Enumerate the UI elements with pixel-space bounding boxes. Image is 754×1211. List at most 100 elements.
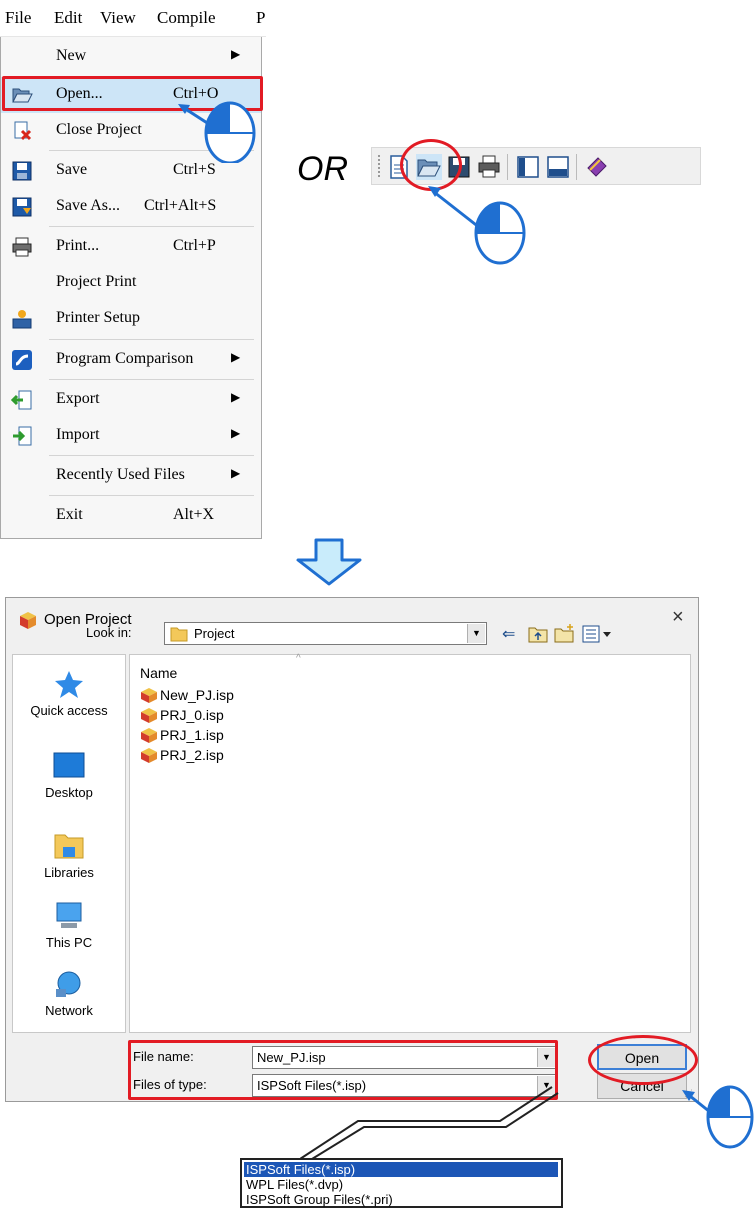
menu-item-label: New: [56, 47, 87, 64]
project-cube-icon: [141, 748, 157, 763]
filetype-option[interactable]: ISPSoft Files(*.isp): [244, 1162, 558, 1177]
file-row[interactable]: PRJ_2.isp: [140, 747, 224, 763]
submenu-arrow-icon: ▶: [231, 466, 241, 480]
menu-item-shortcut: Ctrl+S: [173, 161, 216, 178]
submenu-arrow-icon: ▶: [231, 390, 241, 404]
menu-bar: File Edit View Compile P: [0, 0, 266, 37]
filetype-option[interactable]: ISPSoft Group Files(*.pri): [244, 1192, 558, 1207]
close-project-icon: [14, 121, 32, 141]
open-project-dialog: Open Project × Look in: Project ▼ ⇐ Quic…: [5, 597, 699, 1102]
click-pointer-icon: [428, 186, 526, 265]
file-name: New_PJ.isp: [160, 687, 234, 703]
menu-item-label: Import: [56, 426, 100, 443]
folder-icon: [170, 627, 188, 642]
save-as-icon: [12, 197, 32, 217]
place-label: Desktop: [45, 785, 93, 800]
menu-item-exit[interactable]: Exit Alt+X: [1, 498, 261, 534]
file-row[interactable]: PRJ_1.isp: [140, 727, 224, 743]
menu-item-label: Printer Setup: [56, 309, 140, 326]
menu-item-label: Project Print: [56, 273, 137, 290]
place-quick-access[interactable]: Quick access: [13, 669, 125, 718]
menu-item-print[interactable]: Print... Ctrl+P: [1, 229, 261, 265]
submenu-arrow-icon: ▶: [231, 426, 241, 440]
menu-item-recent-files[interactable]: Recently Used Files ▶: [1, 458, 261, 494]
help-book-icon[interactable]: [584, 154, 610, 180]
menu-separator: [49, 495, 254, 496]
menu-item-label: Close Project: [56, 121, 142, 138]
file-row[interactable]: PRJ_0.isp: [140, 707, 224, 723]
filetype-option[interactable]: WPL Files(*.dvp): [244, 1177, 558, 1192]
file-row[interactable]: New_PJ.isp: [140, 687, 234, 703]
click-pointer-icon: [178, 101, 256, 163]
file-name: PRJ_1.isp: [160, 727, 224, 743]
panel-bottom-icon[interactable]: [545, 154, 571, 180]
menu-item-shortcut: Ctrl+Alt+S: [144, 197, 217, 214]
sort-arrow-icon: ^: [296, 653, 301, 664]
menu-edit[interactable]: Edit: [54, 8, 82, 28]
menu-file[interactable]: File: [5, 8, 31, 28]
menu-item-project-print[interactable]: Project Print: [1, 265, 261, 301]
places-bar: Quick access Desktop Libraries This PC N…: [12, 654, 126, 1033]
new-folder-icon[interactable]: [554, 623, 576, 643]
down-arrow-icon: [296, 538, 362, 586]
menu-item-export[interactable]: Export ▶: [1, 382, 261, 418]
menu-item-shortcut: Ctrl+P: [173, 237, 216, 254]
close-icon[interactable]: ×: [672, 606, 684, 629]
project-cube-icon: [141, 688, 157, 703]
submenu-arrow-icon: ▶: [231, 47, 241, 61]
up-folder-icon[interactable]: [528, 625, 548, 643]
menu-item-label: Save As...: [56, 197, 120, 214]
libraries-icon: [54, 834, 84, 859]
place-this-pc[interactable]: This PC: [13, 901, 125, 950]
printer-setup-icon: [12, 310, 32, 329]
place-libraries[interactable]: Libraries: [13, 831, 125, 880]
place-label: This PC: [45, 935, 93, 950]
menu-separator: [49, 339, 254, 340]
menu-view[interactable]: View: [100, 8, 136, 28]
file-name: PRJ_0.isp: [160, 707, 224, 723]
save-icon: [12, 161, 32, 181]
menu-separator: [49, 226, 254, 227]
look-in-value: Project: [194, 626, 235, 641]
menu-item-save-as[interactable]: Save As... Ctrl+Alt+S: [1, 189, 261, 225]
place-label: Network: [45, 1003, 93, 1018]
menu-item-shortcut: Alt+X: [173, 506, 215, 523]
menu-item-printer-setup[interactable]: Printer Setup: [1, 301, 261, 337]
callout-connector: [300, 1086, 559, 1160]
printer-icon: [12, 237, 32, 257]
menu-p[interactable]: P: [256, 8, 265, 28]
menu-separator: [49, 455, 254, 456]
place-label: Libraries: [44, 865, 94, 880]
menu-item-label: Exit: [56, 506, 83, 523]
back-arrow-icon[interactable]: ⇐: [502, 624, 515, 644]
place-desktop[interactable]: Desktop: [13, 751, 125, 800]
compare-icon: [12, 350, 32, 370]
toolbar-separator: [507, 154, 508, 180]
look-in-label: Look in:: [86, 625, 132, 640]
menu-item-import[interactable]: Import ▶: [1, 418, 261, 454]
submenu-arrow-icon: ▶: [231, 350, 241, 364]
file-list: ^ Name New_PJ.isp PRJ_0.isp PRJ_1.isp PR…: [129, 653, 691, 1033]
toolbar-grip: [378, 155, 382, 177]
view-menu-icon[interactable]: [582, 625, 612, 643]
print-icon[interactable]: [476, 154, 502, 180]
chevron-down-icon[interactable]: ▼: [467, 624, 485, 643]
click-pointer-icon: [682, 1085, 754, 1149]
column-header-name[interactable]: Name: [140, 665, 177, 681]
menu-separator: [49, 379, 254, 380]
star-icon: [55, 671, 83, 698]
menu-item-label: Save: [56, 161, 88, 178]
project-cube-icon: [20, 612, 36, 629]
panel-left-icon[interactable]: [515, 154, 541, 180]
menu-item-program-comparison[interactable]: Program Comparison ▶: [1, 342, 261, 378]
import-icon: [13, 426, 32, 446]
menu-item-label: Print...: [56, 237, 100, 254]
menu-compile[interactable]: Compile: [157, 8, 216, 28]
menu-item-new[interactable]: New ▶: [1, 39, 261, 75]
place-label: Quick access: [30, 703, 108, 718]
network-icon: [56, 971, 81, 997]
look-in-combo[interactable]: Project ▼: [164, 622, 487, 645]
place-network[interactable]: Network: [13, 969, 125, 1018]
file-name: PRJ_2.isp: [160, 747, 224, 763]
project-cube-icon: [141, 728, 157, 743]
